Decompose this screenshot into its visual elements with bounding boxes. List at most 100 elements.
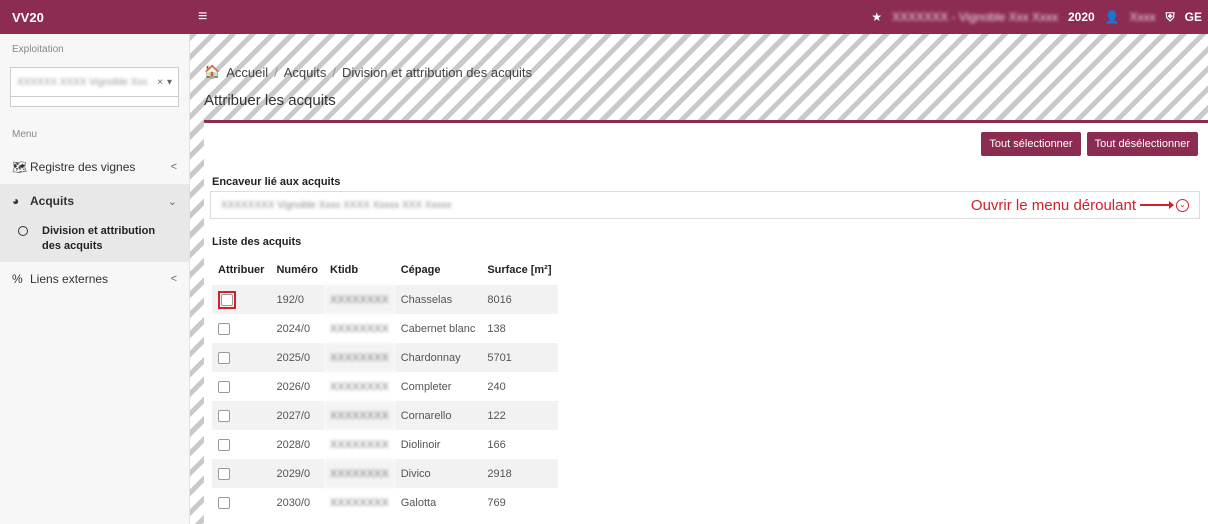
breadcrumb-acquits[interactable]: Acquits bbox=[284, 65, 327, 80]
sidebar-item-registre-des-vignes[interactable]: 🗺 Registre des vignes < bbox=[0, 150, 189, 184]
sidebar-item-acquits[interactable]: ◕ Acquits ⌄ bbox=[0, 184, 189, 218]
select-all-button[interactable]: Tout sélectionner bbox=[981, 132, 1081, 156]
brand-logo[interactable]: VV20 bbox=[0, 10, 190, 25]
exploitation-select-value: XXXXXX XXXX Vignoble Xxx ... bbox=[17, 76, 154, 88]
cepage-cell: Chardonnay bbox=[394, 343, 482, 372]
shield-icon[interactable]: ⛨ bbox=[1166, 10, 1175, 25]
selection-buttons: Tout sélectionner Tout désélectionner bbox=[981, 132, 1198, 156]
cepage-cell: Galotta bbox=[400, 496, 437, 509]
ktidb-cell: XXXXXXXX bbox=[324, 285, 395, 314]
attribuer-cell bbox=[212, 314, 270, 343]
table-row: 2025/0 XXXXXXXX Chardonnay 5701 bbox=[212, 343, 558, 372]
topbar-right: ★ XXXXXXX - Vignoble Xxx Xxxx 2020 👤 Xxx… bbox=[871, 10, 1208, 25]
link-icon: % bbox=[12, 272, 23, 286]
dropdown-chevron-icon[interactable]: ⌄ bbox=[1176, 198, 1189, 212]
main-content: 🏠 Accueil / Acquits / Division et attrib… bbox=[190, 34, 1208, 524]
attribuer-cell bbox=[212, 285, 271, 314]
cepage-cell: Divico bbox=[394, 459, 482, 488]
table-header-row: Attribuer Numéro Ktidb Cépage Surface [m… bbox=[212, 255, 558, 285]
cepage-cell: Cornarello bbox=[394, 401, 482, 430]
numero-cell: 2027/0 bbox=[270, 401, 325, 430]
sidebar-subitem-label: Division et attribution des acquits bbox=[42, 225, 156, 252]
clear-icon[interactable]: × bbox=[157, 77, 163, 88]
column-header-numero: Numéro bbox=[276, 264, 319, 276]
attribuer-cell bbox=[212, 343, 271, 372]
column-header-surface: Surface [m²] bbox=[487, 264, 552, 276]
acquits-list-title: Liste des acquits bbox=[212, 236, 302, 248]
breadcrumb-current: Division et attribution des acquits bbox=[342, 64, 533, 80]
exploitation-select[interactable]: XXXXXX XXXX Vignoble Xxx ... × ▾ bbox=[10, 67, 179, 97]
attribuer-checkbox[interactable] bbox=[218, 322, 230, 335]
ktidb-cell: XXXXXXXX bbox=[330, 322, 389, 335]
numero-cell: 2026/0 bbox=[276, 380, 311, 393]
chevron-left-icon: < bbox=[170, 273, 177, 285]
numero-cell: 2028/0 bbox=[276, 438, 311, 451]
sidebar-subitem-division-attribution[interactable]: Division et attribution des acquits bbox=[0, 218, 189, 262]
attribuer-cell bbox=[212, 372, 270, 401]
column-header-attribuer: Attribuer bbox=[218, 264, 265, 276]
encaveur-select[interactable]: XXXXXXXX Vignoble Xxxx XXXX Xxxxx XXX Xx… bbox=[210, 191, 1200, 219]
attribuer-checkbox[interactable] bbox=[218, 467, 230, 480]
ktidb-cell: XXXXXXXX bbox=[324, 401, 395, 430]
acquits-card: Tout sélectionner Tout désélectionner En… bbox=[204, 120, 1208, 524]
table-row: 2029/0 XXXXXXXX Divico 2918 bbox=[212, 459, 558, 488]
table-row: 2028/0 XXXXXXXX Diolinoir 166 bbox=[212, 430, 558, 459]
numero-cell: 192/0 bbox=[270, 285, 325, 314]
surface-cell: 769 bbox=[487, 496, 506, 509]
breadcrumb-home[interactable]: Accueil bbox=[226, 65, 268, 80]
surface-cell: 2918 bbox=[481, 459, 558, 488]
table-row: 2024/0 XXXXXXXX Cabernet blanc 138 bbox=[212, 314, 558, 343]
surface-cell: 5701 bbox=[481, 343, 558, 372]
highlight-box bbox=[218, 290, 236, 309]
sidebar-item-label: Acquits bbox=[30, 194, 75, 208]
annotation-arrow bbox=[1140, 202, 1174, 208]
numero-cell: 2025/0 bbox=[270, 343, 325, 372]
top-navbar: VV20 ≡ ★ XXXXXXX - Vignoble Xxx Xxxx 202… bbox=[0, 0, 1208, 34]
annotation-text: Ouvrir le menu déroulant bbox=[970, 196, 1136, 214]
breadcrumb: 🏠 Accueil / Acquits / Division et attrib… bbox=[204, 64, 532, 80]
attribuer-cell bbox=[212, 430, 270, 459]
surface-cell: 240 bbox=[487, 380, 506, 393]
attribuer-checkbox[interactable] bbox=[218, 438, 230, 451]
cepage-cell: Cabernet blanc bbox=[400, 322, 476, 335]
user-name[interactable]: Xxxx bbox=[1130, 10, 1156, 24]
chevron-down-icon[interactable]: ▾ bbox=[167, 77, 172, 88]
cepage-cell: Completer bbox=[400, 380, 452, 393]
ktidb-cell: XXXXXXXX bbox=[324, 343, 395, 372]
attribuer-cell bbox=[212, 459, 271, 488]
numero-cell: 2029/0 bbox=[270, 459, 325, 488]
numero-cell: 2024/0 bbox=[276, 322, 311, 335]
attribuer-cell bbox=[212, 488, 270, 517]
attribuer-checkbox[interactable] bbox=[218, 496, 230, 509]
ktidb-cell: XXXXXXXX bbox=[330, 496, 389, 509]
attribuer-checkbox[interactable] bbox=[218, 380, 230, 393]
attribuer-checkbox[interactable] bbox=[221, 293, 233, 306]
exploitation-search-box[interactable] bbox=[10, 97, 179, 107]
table-row: 2026/0 XXXXXXXX Completer 240 bbox=[212, 372, 558, 401]
hamburger-icon[interactable]: ≡ bbox=[198, 8, 207, 26]
sidebar-item-liens-externes[interactable]: % Liens externes < bbox=[0, 262, 189, 296]
home-icon[interactable]: 🏠 bbox=[204, 64, 220, 80]
attribuer-checkbox[interactable] bbox=[218, 409, 230, 422]
numero-cell: 2030/0 bbox=[276, 496, 311, 509]
globe-icon: ◕ bbox=[12, 194, 20, 208]
attribuer-cell bbox=[212, 401, 271, 430]
user-icon[interactable]: 👤 bbox=[1105, 10, 1120, 24]
exploitation-name[interactable]: XXXXXXX - Vignoble Xxx Xxxx bbox=[892, 10, 1058, 24]
year-label[interactable]: 2020 bbox=[1068, 10, 1095, 24]
attribuer-checkbox[interactable] bbox=[218, 351, 230, 364]
ktidb-cell: XXXXXXXX bbox=[330, 380, 389, 393]
table-row: 2027/0 XXXXXXXX Cornarello 122 bbox=[212, 401, 558, 430]
deselect-all-button[interactable]: Tout désélectionner bbox=[1086, 132, 1198, 156]
table-row: 2030/0 XXXXXXXX Galotta 769 bbox=[212, 488, 558, 517]
chevron-left-icon: < bbox=[170, 161, 177, 173]
surface-cell: 166 bbox=[487, 438, 506, 451]
language-code[interactable]: GE bbox=[1185, 10, 1202, 24]
page-title: Attribuer les acquits bbox=[204, 92, 336, 109]
table-row: 192/0 XXXXXXXX Chasselas 8016 bbox=[212, 285, 558, 314]
surface-cell: 122 bbox=[481, 401, 558, 430]
column-header-ktidb: Ktidb bbox=[330, 264, 359, 276]
ktidb-cell: XXXXXXXX bbox=[324, 459, 395, 488]
breadcrumb-separator: / bbox=[274, 64, 278, 80]
star-icon[interactable]: ★ bbox=[871, 10, 882, 24]
